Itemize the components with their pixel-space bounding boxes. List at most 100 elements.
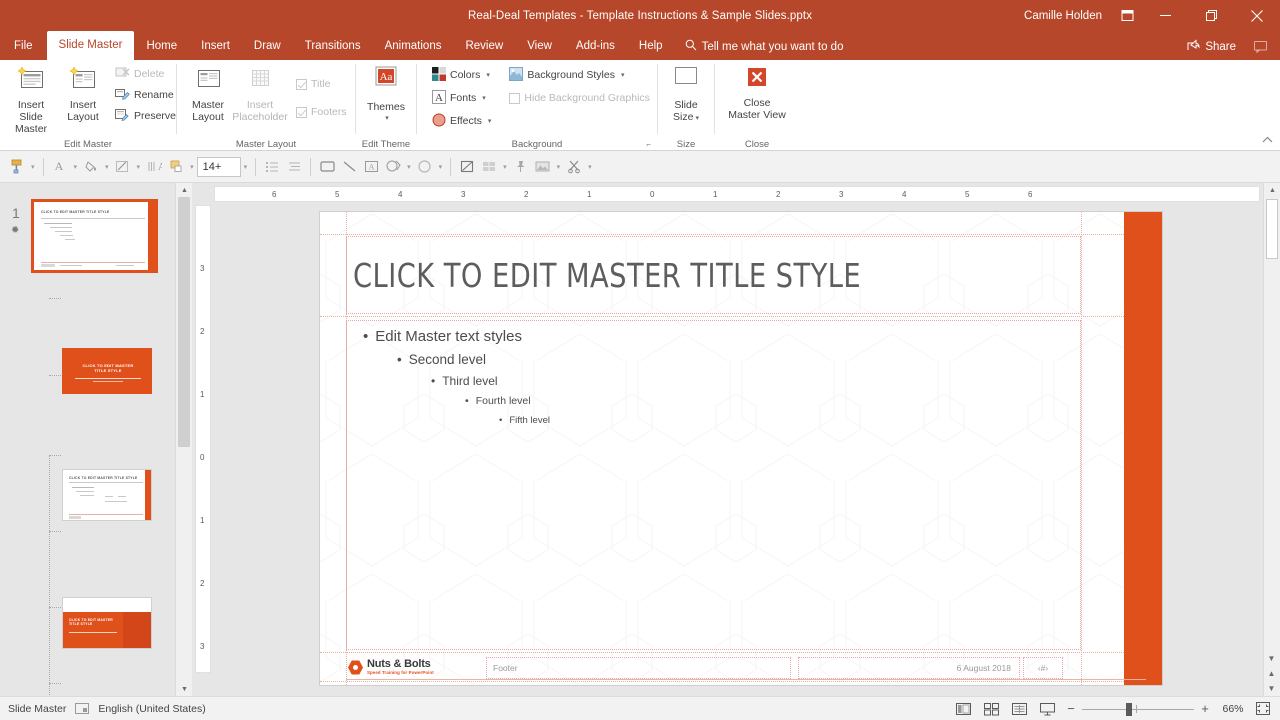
slide-size-button[interactable]: Slide Size ▾ [660, 63, 712, 127]
share-button[interactable]: Share [1177, 33, 1246, 60]
shapes-icon[interactable] [382, 155, 404, 179]
background-styles-button[interactable]: Background Styles ▾ [505, 65, 653, 85]
next-slide-icon[interactable]: ▼ [1263, 681, 1280, 696]
background-styles-caret-icon[interactable]: ▾ [621, 71, 625, 79]
bullets-icon[interactable] [261, 155, 283, 179]
oval-shape-icon[interactable] [414, 155, 436, 179]
fill-color-caret-icon[interactable]: ▾ [102, 163, 112, 171]
vertical-ruler[interactable]: 3 2 1 0 1 2 3 [195, 205, 211, 673]
slide-number-placeholder[interactable]: ‹#› [1023, 657, 1063, 679]
mini-toolbar-overflow-icon[interactable]: ▾ [585, 163, 595, 171]
shape-fill-icon[interactable] [165, 155, 187, 179]
tab-file[interactable]: File [0, 33, 47, 60]
tab-help[interactable]: Help [627, 33, 675, 60]
scroll-down-icon[interactable]: ▼ [176, 682, 192, 696]
title-and-content-layout-thumbnail[interactable]: CLICK TO EDIT MASTER TITLE STYLE [62, 469, 152, 521]
tab-view[interactable]: View [515, 33, 564, 60]
account-name[interactable]: Camille Holden [1014, 10, 1112, 22]
zoom-out-button[interactable]: − [1062, 699, 1080, 719]
pen-color-icon[interactable] [112, 155, 134, 179]
zoom-in-button[interactable]: + [1196, 699, 1214, 719]
section-header-layout-thumbnail[interactable]: CLICK TO EDIT MASTER TITLE STYLE [62, 597, 152, 649]
previous-slide-icon[interactable]: ▲ [1263, 666, 1280, 681]
effects-button[interactable]: Effects ▾ [428, 111, 495, 131]
zoom-level-label[interactable]: 66% [1216, 703, 1250, 715]
align-icon[interactable] [283, 155, 305, 179]
zoom-slider[interactable] [1082, 699, 1194, 719]
restore-icon[interactable] [1188, 0, 1234, 31]
edit-scroll-up-icon[interactable]: ▲ [1264, 183, 1280, 198]
preserve-master-button[interactable]: Preserve [111, 106, 180, 126]
ribbon-display-options-icon[interactable] [1112, 0, 1142, 31]
colors-button[interactable]: Colors ▾ [428, 65, 495, 85]
slide-show-button[interactable] [1034, 699, 1060, 719]
effects-caret-icon[interactable]: ▾ [488, 117, 492, 125]
accessibility-icon[interactable] [75, 703, 90, 714]
insert-layout-button[interactable]: Insert Layout [57, 63, 109, 125]
themes-caret-icon[interactable]: ▾ [385, 113, 389, 125]
fonts-caret-icon[interactable]: ▾ [482, 94, 486, 102]
edit-scrollbar-thumb[interactable] [1266, 199, 1278, 259]
pin-icon[interactable] [510, 155, 532, 179]
scroll-up-icon[interactable]: ▲ [176, 183, 192, 197]
oval-shape-caret-icon[interactable]: ▾ [436, 163, 446, 171]
slide-canvas[interactable]: CLICK TO EDIT MASTER TITLE STYLE • Edit … [320, 212, 1162, 685]
collapse-ribbon-icon[interactable] [1262, 136, 1273, 147]
font-size-input[interactable]: 14+ [196, 156, 241, 177]
insert-slide-master-button[interactable]: Insert Slide Master [5, 63, 57, 137]
format-painter-caret-icon[interactable]: ▾ [28, 163, 38, 171]
colors-caret-icon[interactable]: ▾ [486, 71, 490, 79]
title-placeholder[interactable]: CLICK TO EDIT MASTER TITLE STYLE [346, 236, 1081, 314]
themes-button[interactable]: Aa Themes ▾ [360, 63, 412, 127]
close-icon[interactable] [1234, 0, 1280, 31]
normal-view-button[interactable] [950, 699, 976, 719]
line-shape-icon[interactable] [338, 155, 360, 179]
zoom-slider-thumb[interactable] [1126, 702, 1132, 716]
edit-area-scrollbar[interactable]: ▲ ▼ ▲ ▼ [1263, 183, 1280, 696]
rename-master-button[interactable]: Rename [111, 85, 180, 105]
tab-transitions[interactable]: Transitions [293, 33, 373, 60]
pen-color-caret-icon[interactable]: ▾ [134, 163, 144, 171]
slide-master-thumbnail[interactable]: CLICK TO EDIT MASTER TITLE STYLE [31, 199, 158, 273]
fill-color-icon[interactable] [80, 155, 102, 179]
minimize-icon[interactable] [1142, 0, 1188, 31]
edit-scroll-down-icon[interactable]: ▼ [1263, 651, 1280, 666]
reading-view-button[interactable] [1006, 699, 1032, 719]
draw-icon[interactable] [456, 155, 478, 179]
tab-insert[interactable]: Insert [189, 33, 242, 60]
fonts-button[interactable]: A Fonts ▾ [428, 88, 495, 108]
title-slide-layout-thumbnail[interactable]: CLICK TO EDIT MASTER TITLE STYLE [62, 348, 152, 394]
comments-icon[interactable] [1246, 33, 1274, 60]
tell-me-search[interactable]: Tell me what you want to do [675, 33, 854, 60]
body-placeholder[interactable]: • Edit Master text styles • Second level… [346, 320, 1081, 650]
rectangle-shape-icon[interactable] [316, 155, 338, 179]
text-box-icon[interactable]: A [360, 155, 382, 179]
tab-slide-master[interactable]: Slide Master [46, 31, 135, 60]
cut-icon[interactable] [563, 155, 585, 179]
picture-icon[interactable] [532, 155, 554, 179]
picture-caret-icon[interactable]: ▾ [554, 163, 564, 171]
format-painter-icon[interactable] [6, 155, 28, 179]
tab-add-ins[interactable]: Add-ins [564, 33, 627, 60]
language-label[interactable]: English (United States) [98, 703, 205, 715]
master-layout-button[interactable]: Master Layout [182, 63, 234, 125]
font-color-icon[interactable]: A [49, 155, 71, 179]
tab-review[interactable]: Review [453, 33, 515, 60]
thumbnail-pane-scrollbar[interactable]: ▲ ▼ [175, 183, 192, 696]
close-master-view-button[interactable]: Close Master View [720, 63, 794, 123]
date-placeholder[interactable]: 6 August 2018 [798, 657, 1020, 679]
font-size-caret-icon[interactable]: ▾ [241, 163, 251, 171]
tab-draw[interactable]: Draw [242, 33, 293, 60]
thumbnail-scrollbar-thumb[interactable] [178, 197, 190, 447]
tab-animations[interactable]: Animations [373, 33, 454, 60]
background-dialog-launcher[interactable]: ⌐ [646, 140, 651, 149]
shapes-caret-icon[interactable]: ▾ [404, 163, 414, 171]
horizontal-ruler[interactable]: 6 5 4 3 2 1 0 1 2 3 4 5 6 [214, 186, 1260, 202]
fit-to-window-button[interactable] [1252, 699, 1274, 719]
text-effects-icon[interactable]: A [143, 155, 165, 179]
font-color-caret-icon[interactable]: ▾ [71, 163, 81, 171]
footer-placeholder[interactable]: Footer [486, 657, 791, 679]
tab-home[interactable]: Home [134, 33, 189, 60]
table-caret-icon[interactable]: ▾ [500, 163, 510, 171]
shape-fill-caret-icon[interactable]: ▾ [187, 163, 197, 171]
